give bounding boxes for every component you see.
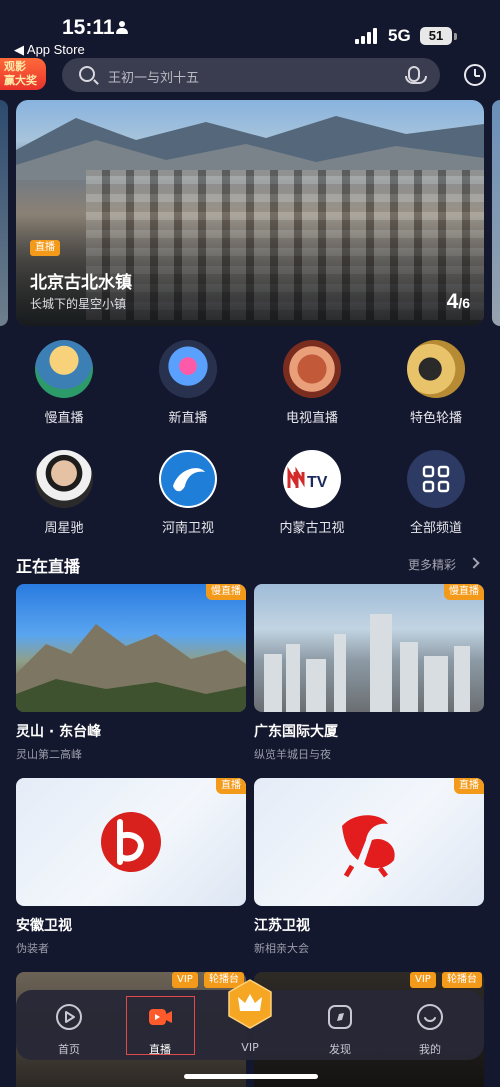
live-camera-icon	[149, 1009, 172, 1025]
discover-icon	[328, 1005, 352, 1029]
card-title: 江苏卫视	[254, 918, 310, 934]
anhui-tv-logo	[101, 812, 161, 872]
nav-label: 直播	[149, 1043, 171, 1056]
card-tag: 慢直播	[444, 584, 484, 600]
banner-page-total: /6	[458, 295, 470, 311]
status-bar: 15:11 ◀ App Store 5G 51	[0, 0, 500, 58]
nav-discover[interactable]: 发现	[305, 990, 375, 1060]
channel-slow-live[interactable]: 慢直播	[19, 340, 109, 426]
card-title: 灵山 · 东台峰	[16, 724, 102, 740]
channel-label: 慢直播	[44, 411, 84, 426]
card-subtitle: 纵览羊城日与夜	[254, 748, 331, 761]
battery-tip	[454, 33, 457, 40]
channel-nmtv[interactable]: TV 内蒙古卫视	[267, 450, 357, 536]
promo-badge[interactable]: 观影 赢大奖	[0, 58, 46, 90]
search-input[interactable]: 王初一与刘十五	[62, 58, 440, 92]
live-card-guangdong[interactable]: 慢直播 广东国际大厦 纵览羊城日与夜	[254, 584, 484, 762]
crown-icon[interactable]	[226, 978, 274, 1030]
section-title: 正在直播	[16, 557, 81, 576]
microphone-icon[interactable]	[405, 66, 427, 84]
network-type: 5G	[388, 26, 411, 45]
card-thumbnail: 慢直播	[254, 584, 484, 712]
channel-label: 内蒙古卫视	[279, 521, 345, 536]
rotation-tag: 轮播台	[442, 972, 482, 988]
battery-icon: 51	[420, 27, 452, 45]
channel-label: 河南卫视	[161, 521, 214, 536]
banner-next-peek[interactable]	[492, 100, 500, 326]
channel-tv-live[interactable]: 电视直播	[267, 340, 357, 426]
card-thumbnail: 直播	[254, 778, 484, 906]
card-tag: 慢直播	[206, 584, 246, 600]
card-title: 安徽卫视	[16, 918, 72, 934]
nmtv-logo: TV	[283, 450, 341, 508]
channel-all[interactable]: 全部频道	[391, 450, 481, 536]
banner-title: 北京古北水镇	[30, 273, 132, 293]
nav-live[interactable]: 直播	[125, 990, 195, 1060]
history-clock-icon[interactable]	[464, 64, 486, 86]
promo-line2: 赢大奖	[4, 74, 37, 87]
smile-face-icon	[417, 1004, 443, 1030]
card-thumbnail: 慢直播	[16, 584, 246, 712]
person-avatar-icon	[35, 450, 93, 508]
channel-label: 周星驰	[44, 521, 84, 536]
henan-tv-logo	[159, 450, 217, 508]
new-live-icon	[159, 340, 217, 398]
vip-tag: VIP	[172, 972, 198, 988]
back-to-app-store[interactable]: ◀ App Store	[14, 42, 85, 58]
live-card-anhui-tv[interactable]: 直播 安徽卫视 伪装者	[16, 778, 246, 956]
nav-label: 我的	[419, 1043, 441, 1056]
card-subtitle: 灵山第二高峰	[16, 748, 82, 761]
channel-label: 电视直播	[285, 411, 338, 426]
channel-label: 特色轮播	[409, 411, 462, 426]
channel-zhou-xingchi[interactable]: 周星驰	[19, 450, 109, 536]
banner-page-current: 4	[446, 290, 459, 313]
clock: 15:11	[62, 16, 115, 39]
card-tag: 直播	[216, 778, 246, 794]
banner-subtitle: 长城下的星空小镇	[30, 297, 127, 311]
grid-icon	[407, 450, 465, 508]
live-badge: 直播	[30, 240, 60, 256]
channel-label: 全部频道	[409, 521, 462, 536]
chevron-right-icon[interactable]	[468, 557, 480, 569]
promo-line1: 观影	[4, 60, 26, 73]
channel-new-live[interactable]: 新直播	[143, 340, 233, 426]
card-subtitle: 伪装者	[16, 942, 49, 955]
nav-label: 发现	[329, 1043, 351, 1056]
slow-live-icon	[35, 340, 93, 398]
play-circle-icon	[56, 1004, 82, 1030]
card-title: 广东国际大厦	[254, 724, 338, 740]
jiangsu-tv-logo	[342, 815, 395, 878]
signal-icon	[355, 28, 379, 44]
channel-henan-tv[interactable]: 河南卫视	[143, 450, 233, 536]
tv-live-icon	[283, 340, 341, 398]
nav-label: VIP	[241, 1041, 259, 1054]
live-card-lingshan[interactable]: 慢直播 灵山 · 东台峰 灵山第二高峰	[16, 584, 246, 762]
live-card-jiangsu-tv[interactable]: 直播 江苏卫视 新相亲大会	[254, 778, 484, 956]
person-icon	[116, 21, 128, 35]
banner-prev-peek[interactable]	[0, 100, 8, 326]
channel-featured-rotation[interactable]: 特色轮播	[391, 340, 481, 426]
svg-text:TV: TV	[307, 474, 328, 491]
nav-label: 首页	[58, 1043, 80, 1056]
home-indicator	[184, 1074, 318, 1079]
card-thumbnail: 直播	[16, 778, 246, 906]
hero-banner[interactable]: 直播 北京古北水镇 长城下的星空小镇 4/6	[16, 100, 484, 326]
film-reel-icon	[407, 340, 465, 398]
card-tag: 直播	[454, 778, 484, 794]
banner-pager: 4/6	[447, 290, 470, 314]
search-icon	[79, 66, 95, 82]
channel-label: 新直播	[168, 411, 208, 426]
search-placeholder: 王初一与刘十五	[108, 71, 200, 86]
nav-profile[interactable]: 我的	[395, 990, 465, 1060]
vip-tag: VIP	[410, 972, 436, 988]
card-subtitle: 新相亲大会	[254, 942, 309, 955]
nav-home[interactable]: 首页	[34, 990, 104, 1060]
more-link[interactable]: 更多精彩	[408, 556, 456, 573]
